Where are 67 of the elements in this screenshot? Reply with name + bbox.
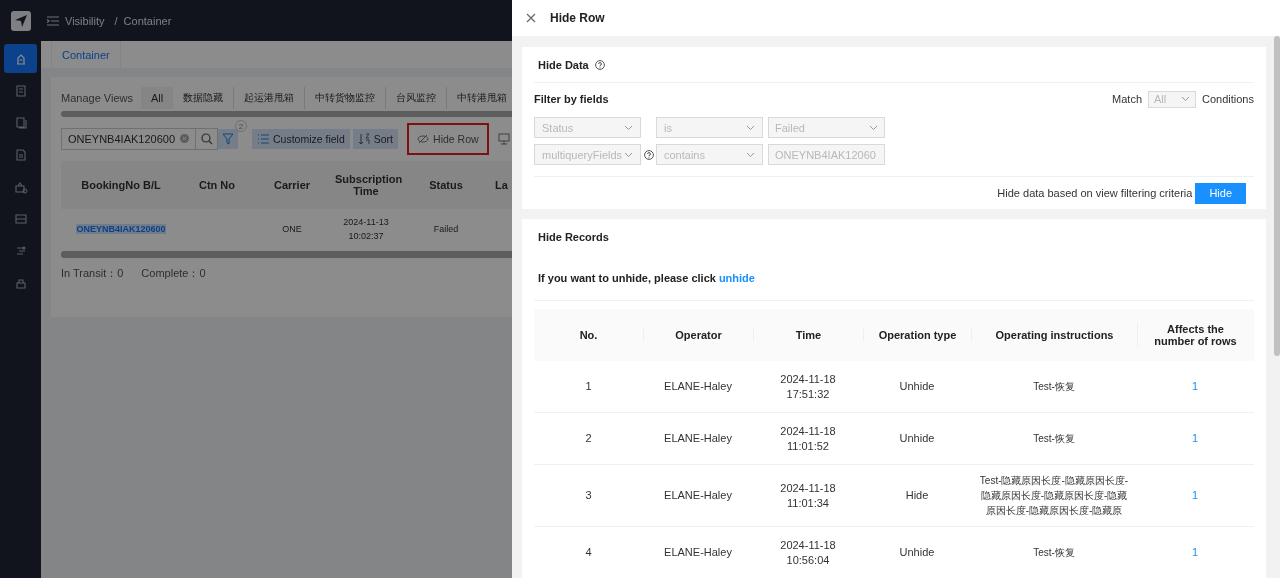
breadcrumb-item[interactable]: Visibility bbox=[65, 14, 105, 27]
column-header: Carrier bbox=[272, 179, 312, 191]
table-cell-text: Test-恢复 bbox=[1032, 432, 1076, 446]
match-label: Match bbox=[1112, 93, 1142, 105]
table-cell-text: Unhide bbox=[898, 431, 936, 446]
instruction-text: If you want to unhide, please click bbox=[538, 271, 716, 284]
status-count: In Transit：0 bbox=[61, 266, 124, 281]
table-cell-text: Unhide bbox=[898, 545, 936, 560]
status-count: Complete：0 bbox=[141, 266, 206, 281]
table-cell-text: 4 bbox=[584, 545, 593, 560]
manage-views-link[interactable]: Manage Views bbox=[61, 92, 133, 104]
hide-button[interactable]: Hide bbox=[1195, 182, 1246, 204]
table-cell-text: 1 bbox=[584, 379, 593, 394]
view-tab[interactable]: All bbox=[140, 87, 174, 109]
table-cell-text: Unhide bbox=[898, 379, 936, 394]
column-header: BookingNo B/L bbox=[80, 179, 162, 191]
column-header: Operating instructions bbox=[971, 329, 1137, 341]
view-tab[interactable]: 台风监控 bbox=[385, 87, 447, 109]
booking-link[interactable]: ONEYNB4IAK120600 bbox=[76, 224, 166, 234]
table-cell-text: ELANE-Haley bbox=[663, 431, 733, 446]
column-header: Time bbox=[753, 329, 863, 341]
table-cell-text: 2024-11-18 11:01:52 bbox=[779, 423, 837, 454]
column-header: Status bbox=[428, 179, 464, 191]
search-field[interactable]: ONEYNB4IAK120600 bbox=[61, 128, 196, 150]
column-header: No. bbox=[578, 329, 599, 341]
drawer-title: Hide Row bbox=[550, 11, 605, 25]
table-cell-text: Hide bbox=[904, 488, 930, 503]
page-tab[interactable]: Container bbox=[51, 41, 121, 68]
customize-field-button[interactable]: Customize field bbox=[252, 129, 350, 149]
column-header: Subscription Time bbox=[334, 173, 401, 197]
hint-text: Hide data based on view filtering criteria bbox=[997, 187, 1193, 199]
table-cell-text: 2 bbox=[584, 431, 593, 446]
view-tab[interactable]: 中转货物监控 bbox=[304, 87, 386, 109]
table-cell-text: Test-恢复 bbox=[1032, 546, 1076, 560]
section-title: Hide Records bbox=[538, 231, 609, 243]
hide-row-button[interactable]: Hide Row bbox=[407, 123, 489, 155]
column-header: Ctn No bbox=[197, 179, 236, 191]
column-header: Affects the number of rows bbox=[1137, 323, 1253, 347]
table-cell-text: 2024-11-18 11:01:34 bbox=[779, 480, 837, 511]
row-count-link[interactable]: 1 bbox=[1191, 432, 1199, 444]
table-cell-text: Test-恢复 bbox=[1032, 380, 1076, 394]
row-count-link[interactable]: 1 bbox=[1191, 380, 1199, 392]
view-tab[interactable]: 起运港甩箱 bbox=[233, 87, 305, 109]
row-count-link[interactable]: 1 bbox=[1191, 489, 1199, 501]
table-cell-text: 2024-11-13 10:02:37 bbox=[342, 216, 390, 243]
sort-button[interactable]: Sort bbox=[352, 129, 399, 149]
section-title: Hide Data bbox=[538, 58, 589, 71]
table-cell-text: 3 bbox=[584, 488, 593, 503]
breadcrumb-separator: / bbox=[114, 14, 118, 27]
table-cell-text: 2024-11-18 10:56:04 bbox=[779, 537, 837, 568]
column-header: Operator bbox=[643, 329, 753, 341]
table-cell-text: Failed bbox=[432, 224, 460, 234]
table-cell-text: ELANE-Haley bbox=[663, 488, 733, 503]
table-cell-text: ONE bbox=[281, 224, 303, 234]
table-cell-text: ELANE-Haley bbox=[663, 545, 733, 560]
match-select[interactable]: All bbox=[1148, 90, 1196, 108]
unhide-link[interactable]: unhide bbox=[718, 271, 755, 284]
filter-label: Filter by fields bbox=[534, 93, 609, 105]
table-cell-text: 2024-11-18 17:51:32 bbox=[779, 371, 837, 402]
row-count-link[interactable]: 1 bbox=[1191, 546, 1199, 558]
column-header: Operation type bbox=[863, 329, 971, 341]
view-tab[interactable]: 数据隐藏 bbox=[173, 87, 234, 109]
table-cell-text: ELANE-Haley bbox=[663, 379, 733, 394]
column-header: La bbox=[494, 179, 509, 191]
conditions-label: Conditions bbox=[1202, 93, 1254, 105]
breadcrumb-item[interactable]: Container bbox=[123, 14, 172, 27]
table-cell-text: Test-隐藏原因长度-隐藏原因长度-隐藏原因长度-隐藏原因长度-隐藏原因长度-隐藏原因长度-隐藏原 bbox=[978, 474, 1130, 518]
